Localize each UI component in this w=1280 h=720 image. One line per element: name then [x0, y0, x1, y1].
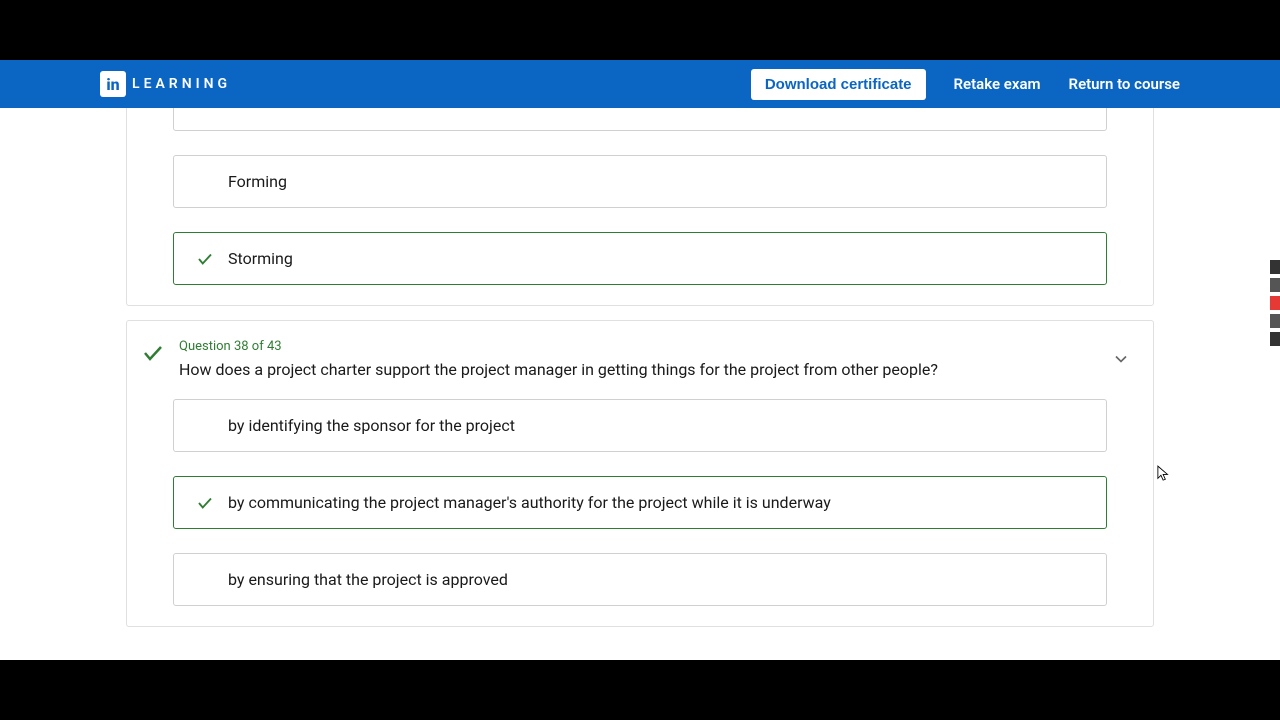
answer-option[interactable]: by ensuring that the project is approved: [173, 553, 1107, 606]
viewport: in LEARNING Download certificate Retake …: [0, 60, 1280, 660]
question-meta: Question 38 of 43: [179, 339, 938, 354]
linkedin-icon: in: [100, 71, 126, 97]
download-certificate-button[interactable]: Download certificate: [751, 69, 926, 100]
answer-option[interactable]: Forming: [173, 155, 1107, 208]
question-card-38: Question 38 of 43 How does a project cha…: [126, 320, 1154, 627]
brand[interactable]: in LEARNING: [100, 71, 231, 97]
return-to-course-link[interactable]: Return to course: [1069, 75, 1180, 93]
answer-option-correct[interactable]: Storming: [173, 232, 1107, 285]
answer-label: by ensuring that the project is approved: [228, 570, 508, 589]
answer-label: Forming: [228, 172, 287, 191]
question-card-37: Forming Storming: [126, 108, 1154, 306]
answer-label: by communicating the project manager's a…: [228, 493, 831, 512]
browser-extension-panel[interactable]: [1270, 260, 1280, 380]
chevron-down-icon[interactable]: [1111, 349, 1131, 369]
answer-list-38: by identifying the sponsor for the proje…: [127, 393, 1153, 606]
letterbox-top: [0, 0, 1280, 60]
content-area: Forming Storming Question 38 of 43 How d…: [0, 108, 1280, 660]
answer-label: Storming: [228, 249, 293, 268]
navbar: in LEARNING Download certificate Retake …: [0, 60, 1280, 108]
answer-option-correct[interactable]: by communicating the project manager's a…: [173, 476, 1107, 529]
brand-label: LEARNING: [132, 76, 231, 92]
check-icon: [196, 250, 214, 268]
retake-exam-link[interactable]: Retake exam: [954, 75, 1041, 93]
letterbox-bottom: [0, 660, 1280, 720]
answer-list-37: Forming Storming: [127, 108, 1153, 285]
check-icon: [141, 341, 165, 365]
answer-option[interactable]: [173, 108, 1107, 131]
answer-label: by identifying the sponsor for the proje…: [228, 416, 515, 435]
answer-option[interactable]: by identifying the sponsor for the proje…: [173, 399, 1107, 452]
question-header: Question 38 of 43 How does a project cha…: [127, 321, 1153, 393]
nav-actions: Download certificate Retake exam Return …: [751, 69, 1180, 100]
question-text: How does a project charter support the p…: [179, 360, 938, 379]
check-icon: [196, 494, 214, 512]
